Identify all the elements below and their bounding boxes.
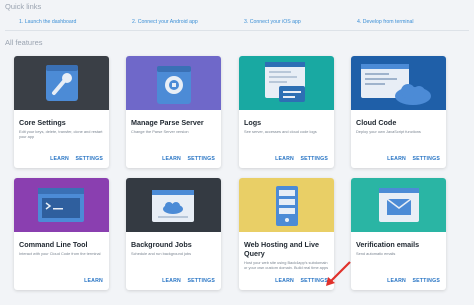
quick-link-connect-ios[interactable]: 3. Connect your iOS app [244, 19, 301, 25]
settings-button[interactable]: SETTINGS [300, 278, 328, 284]
all-features-heading: All features [5, 38, 43, 47]
feature-card-manage-parse-server: Manage Parse Server Change the Parse Ser… [126, 56, 221, 168]
quick-link-launch-dashboard[interactable]: 1. Launch the dashboard [19, 19, 76, 25]
card-title: Command Line Tool [19, 240, 88, 249]
settings-button[interactable]: SETTINGS [412, 278, 440, 284]
learn-button[interactable]: LEARN [275, 278, 294, 284]
learn-button[interactable]: LEARN [162, 278, 181, 284]
settings-button[interactable]: SETTINGS [187, 156, 215, 162]
card-title: Manage Parse Server [131, 118, 204, 127]
card-banner [239, 56, 334, 110]
feature-card-core-settings: Core Settings Edit your keys, delete, tr… [14, 56, 109, 168]
learn-button[interactable]: LEARN [275, 156, 294, 162]
feature-card-background-jobs: Background Jobs Schedule and run backgro… [126, 178, 221, 290]
terminal-icon [38, 188, 84, 222]
feature-card-cloud-code: Cloud Code Deploy your own JavaScript fu… [351, 56, 446, 168]
learn-button[interactable]: LEARN [387, 278, 406, 284]
card-title: Verification emails [356, 240, 420, 249]
wrench-icon [46, 65, 78, 101]
logs-icon [265, 62, 305, 102]
learn-button[interactable]: LEARN [162, 156, 181, 162]
card-banner [126, 56, 221, 110]
card-title: Core Settings [19, 118, 66, 127]
card-title: Background Jobs [131, 240, 192, 249]
card-banner [14, 178, 109, 232]
card-banner [14, 56, 109, 110]
card-description: Interact with your Cloud Code from the t… [19, 251, 101, 256]
card-description: Send automatic emails [356, 251, 396, 256]
feature-card-verification-emails: Verification emails Send automatic email… [351, 178, 446, 290]
card-banner [351, 56, 446, 110]
card-title: Logs [244, 118, 262, 127]
parse-server-icon [157, 66, 191, 104]
card-title: Web Hosting and Live Query [244, 240, 319, 258]
settings-button[interactable]: SETTINGS [300, 156, 328, 162]
learn-button[interactable]: LEARN [50, 156, 69, 162]
settings-button[interactable]: SETTINGS [412, 156, 440, 162]
background-jobs-icon [152, 190, 194, 222]
quick-link-develop-terminal[interactable]: 4. Develop from terminal [357, 19, 414, 25]
feature-card-logs: Logs See server, accesses and cloud code… [239, 56, 334, 168]
card-description: Change the Parse Server version [131, 129, 189, 134]
cloud-code-icon [361, 64, 431, 105]
envelope-icon [379, 188, 419, 222]
card-description: Deploy your own JavaScript functions [356, 129, 421, 134]
card-banner [239, 178, 334, 232]
feature-card-web-hosting: Web Hosting and Live Query Host your web… [239, 178, 334, 290]
server-icon [276, 186, 298, 226]
quick-links-heading: Quick links [5, 2, 42, 11]
card-description: Host your web site using Back4app's subd… [244, 260, 329, 270]
learn-button[interactable]: LEARN [84, 278, 103, 284]
feature-card-command-line-tool: Command Line Tool Interact with your Clo… [14, 178, 109, 290]
quick-links-divider [5, 30, 469, 31]
card-description: Schedule and run background jobs [131, 251, 192, 256]
card-description: Edit your keys, delete, transfer, clone … [19, 129, 103, 139]
settings-button[interactable]: SETTINGS [187, 278, 215, 284]
card-title: Cloud Code [356, 118, 397, 127]
learn-button[interactable]: LEARN [387, 156, 406, 162]
card-banner [351, 178, 446, 232]
settings-button[interactable]: SETTINGS [75, 156, 103, 162]
card-description: See server, accesses and cloud code logs [244, 129, 317, 134]
card-banner [126, 178, 221, 232]
quick-link-connect-android[interactable]: 2. Connect your Android app [132, 19, 198, 25]
